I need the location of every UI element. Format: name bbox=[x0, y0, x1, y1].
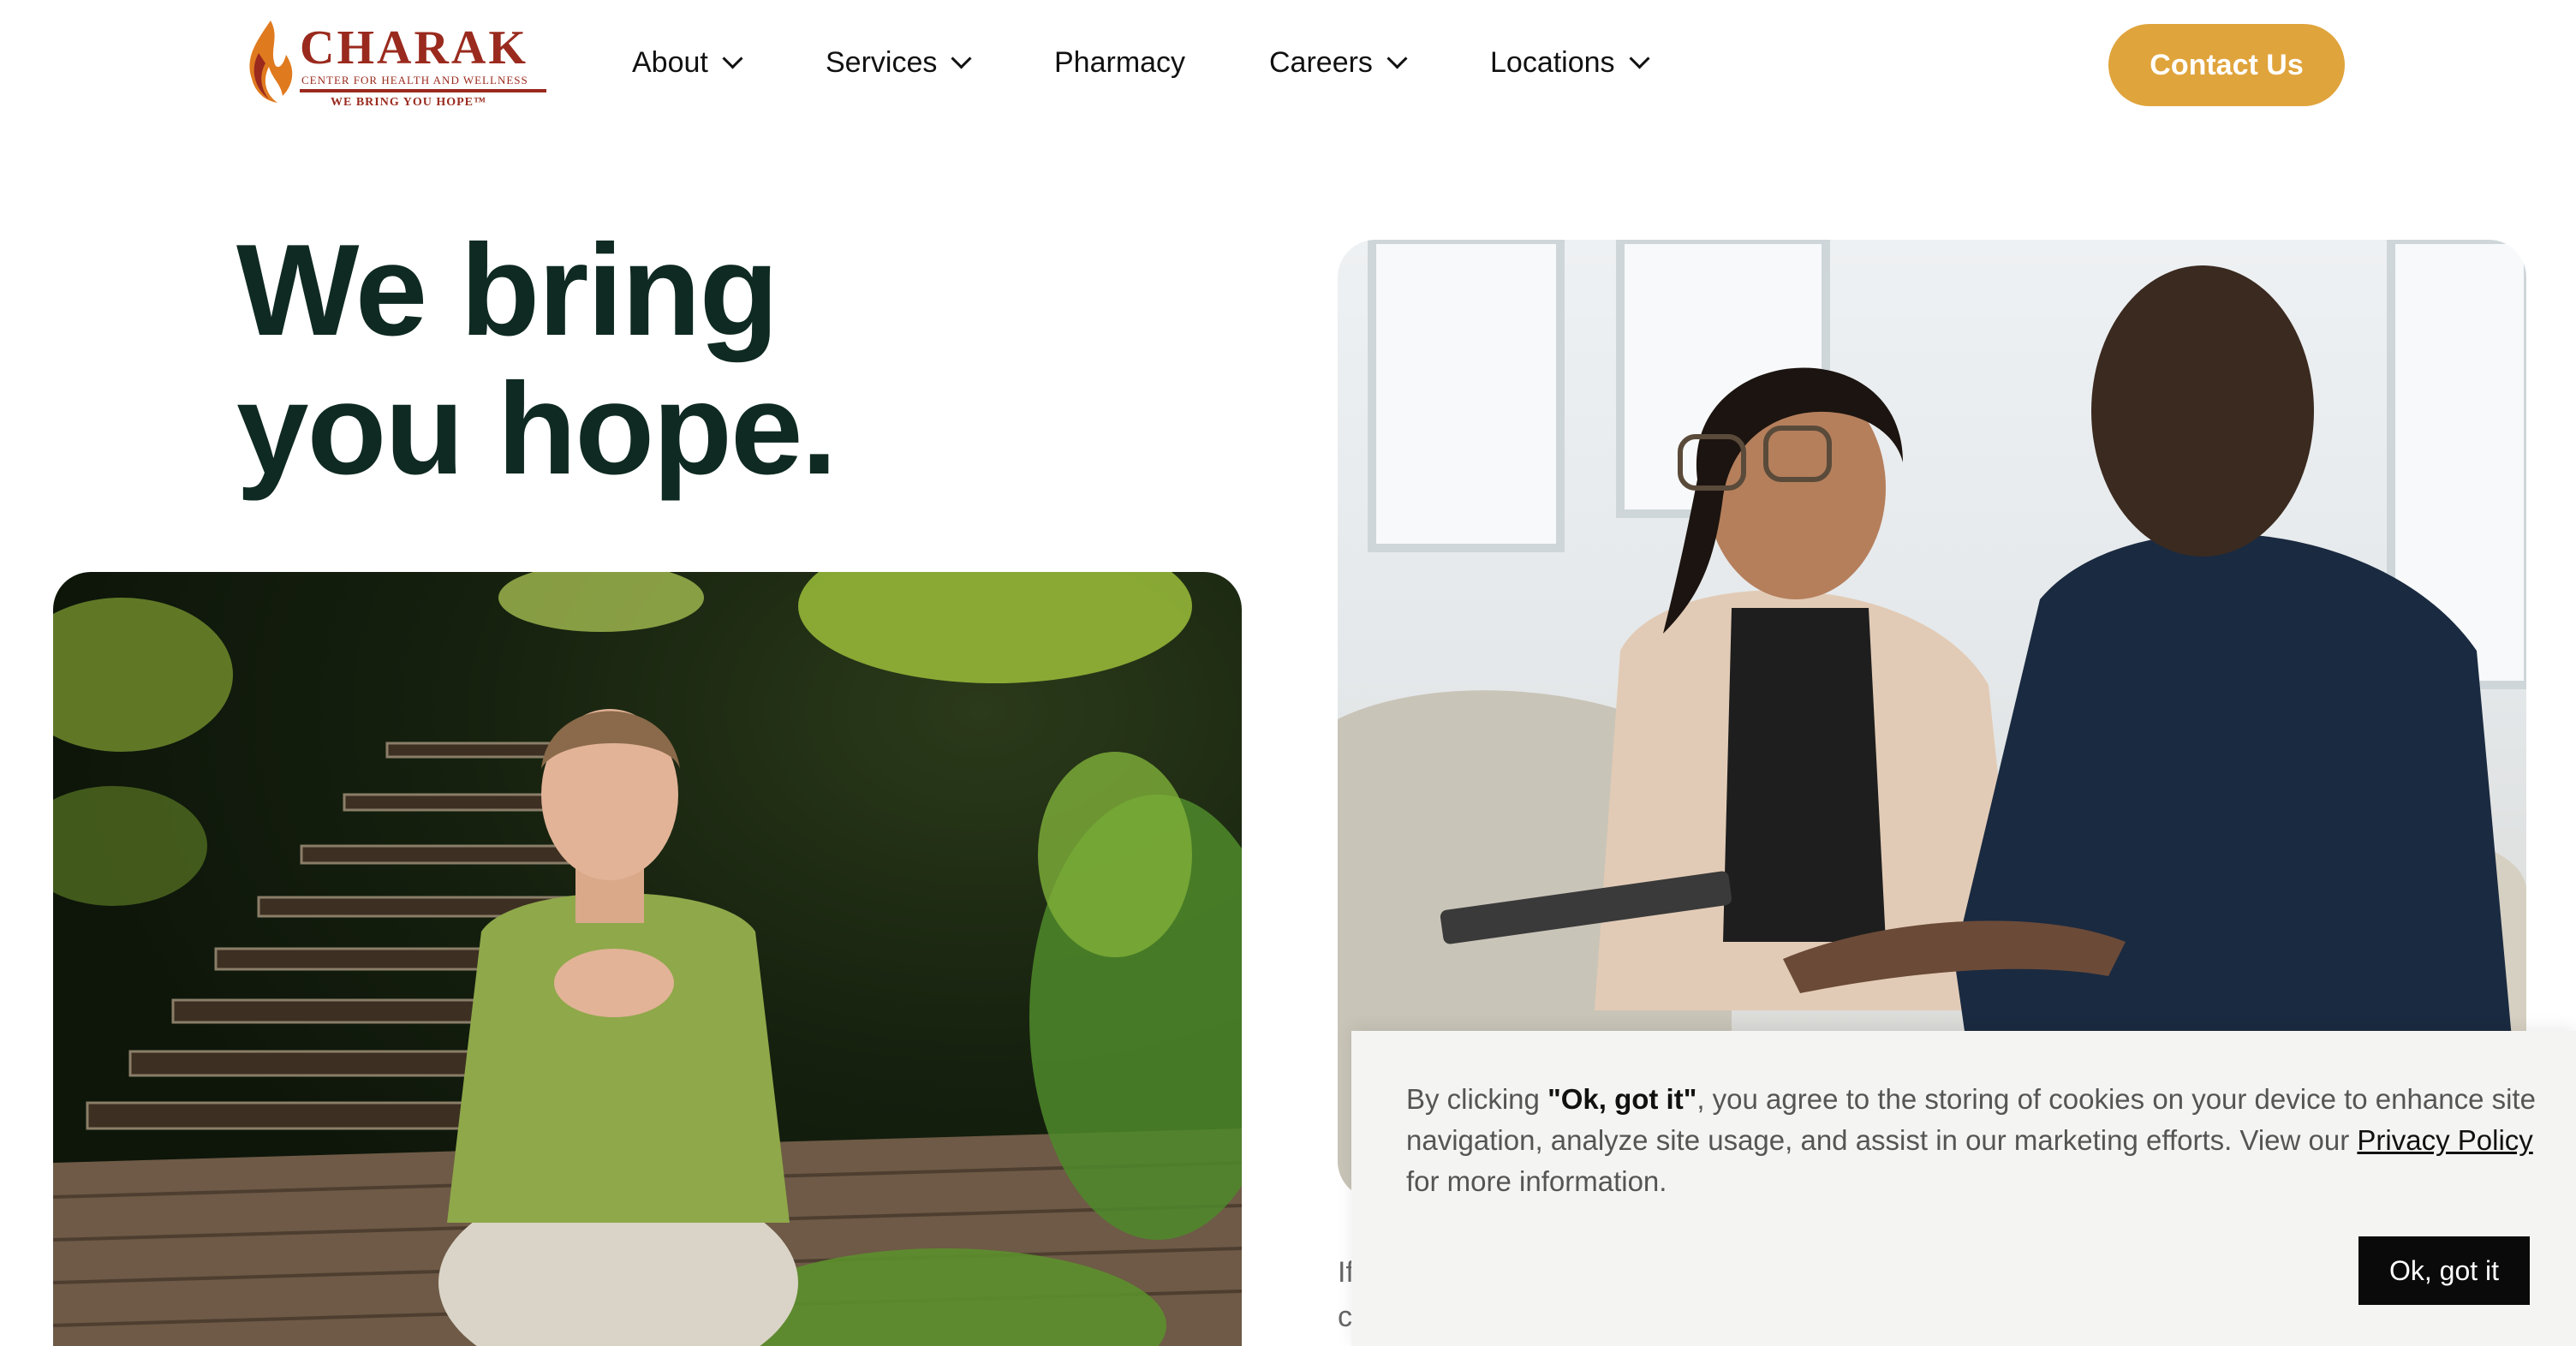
hero-title-line2: you hope. bbox=[236, 356, 838, 502]
contact-us-button[interactable]: Contact Us bbox=[2108, 24, 2345, 106]
chevron-down-icon bbox=[722, 47, 743, 69]
nav-about-label: About bbox=[632, 45, 708, 79]
nav-services[interactable]: Services bbox=[826, 43, 972, 82]
privacy-policy-link[interactable]: Privacy Policy bbox=[2357, 1124, 2532, 1156]
logo-divider bbox=[300, 89, 546, 92]
nav-locations-label: Locations bbox=[1490, 45, 1615, 79]
logo-wordmark: CHARAK bbox=[300, 21, 528, 74]
chevron-down-icon bbox=[1629, 47, 1650, 69]
nav-services-label: Services bbox=[826, 45, 938, 79]
nav-about[interactable]: About bbox=[632, 43, 743, 82]
cookie-message: By clicking "Ok, got it", you agree to t… bbox=[1406, 1079, 2537, 1202]
nav-pharmacy[interactable]: Pharmacy bbox=[1054, 43, 1185, 82]
cookie-text-before: By clicking bbox=[1406, 1083, 1548, 1115]
cookie-text-bold: "Ok, got it" bbox=[1547, 1083, 1697, 1115]
hero-title-line1: We bring bbox=[236, 217, 778, 363]
hero-title: We bring you hope. bbox=[236, 217, 838, 502]
meditation-illustration bbox=[53, 572, 1242, 1346]
cookie-text-end: for more information. bbox=[1406, 1165, 1667, 1197]
chevron-down-icon bbox=[951, 47, 972, 69]
charak-logo[interactable]: CHARAK CENTER FOR HEALTH AND WELLNESS WE… bbox=[240, 17, 548, 109]
nav-careers[interactable]: Careers bbox=[1269, 43, 1408, 82]
logo-subtitle: CENTER FOR HEALTH AND WELLNESS bbox=[301, 74, 528, 86]
flame-icon bbox=[249, 21, 293, 103]
accept-cookies-button[interactable]: Ok, got it bbox=[2358, 1236, 2530, 1305]
site-header: CHARAK CENTER FOR HEALTH AND WELLNESS WE… bbox=[0, 0, 2576, 128]
cookie-consent-banner: By clicking "Ok, got it", you agree to t… bbox=[1351, 1031, 2576, 1346]
logo-tagline: WE BRING YOU HOPE™ bbox=[331, 96, 486, 109]
chevron-down-icon bbox=[1386, 47, 1408, 69]
meditation-photo bbox=[53, 572, 1242, 1346]
nav-pharmacy-label: Pharmacy bbox=[1054, 45, 1186, 79]
nav-careers-label: Careers bbox=[1269, 45, 1373, 79]
nav-locations[interactable]: Locations bbox=[1490, 43, 1650, 82]
